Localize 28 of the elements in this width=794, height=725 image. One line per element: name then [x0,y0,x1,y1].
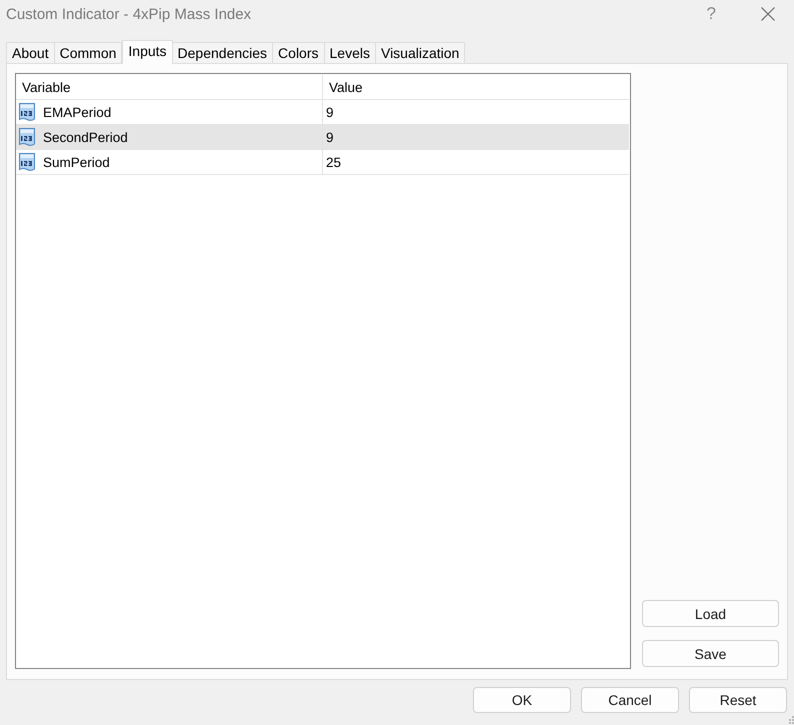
dialog-button[interactable]: Reset [689,687,787,713]
value-cell[interactable]: 9 [322,100,629,124]
tab[interactable]: Dependencies [172,42,274,63]
dialog-button[interactable]: OK [473,687,571,713]
value-cell[interactable]: 25 [322,150,629,174]
dialog-button[interactable]: Cancel [581,687,679,713]
variable-name: SecondPeriod [43,130,128,144]
side-button[interactable]: Save [642,640,779,667]
tab[interactable]: Levels [324,42,376,63]
table-row[interactable]: SumPeriod 25 [16,150,629,175]
window-title: Custom Indicator - 4xPip Mass Index [6,6,252,22]
number-icon [18,152,36,172]
tab[interactable]: Visualization [376,42,466,63]
number-icon [18,127,36,147]
close-icon[interactable] [761,7,775,21]
tab[interactable]: Colors [273,42,325,63]
side-button[interactable]: Load [642,600,779,627]
column-header[interactable]: Value [322,75,629,99]
variable-name: EMAPeriod [43,104,112,120]
value-cell[interactable]: 9 [322,125,629,149]
tab[interactable]: About [6,42,55,63]
resize-grip-icon[interactable] [788,716,794,724]
variable-name: SumPeriod [43,154,110,170]
tab[interactable]: Inputs [122,40,173,64]
column-header[interactable]: Variable [16,75,322,99]
number-icon [18,102,36,122]
tab[interactable]: Common [54,42,122,63]
table-row[interactable]: SecondPeriod 9 [16,125,629,150]
